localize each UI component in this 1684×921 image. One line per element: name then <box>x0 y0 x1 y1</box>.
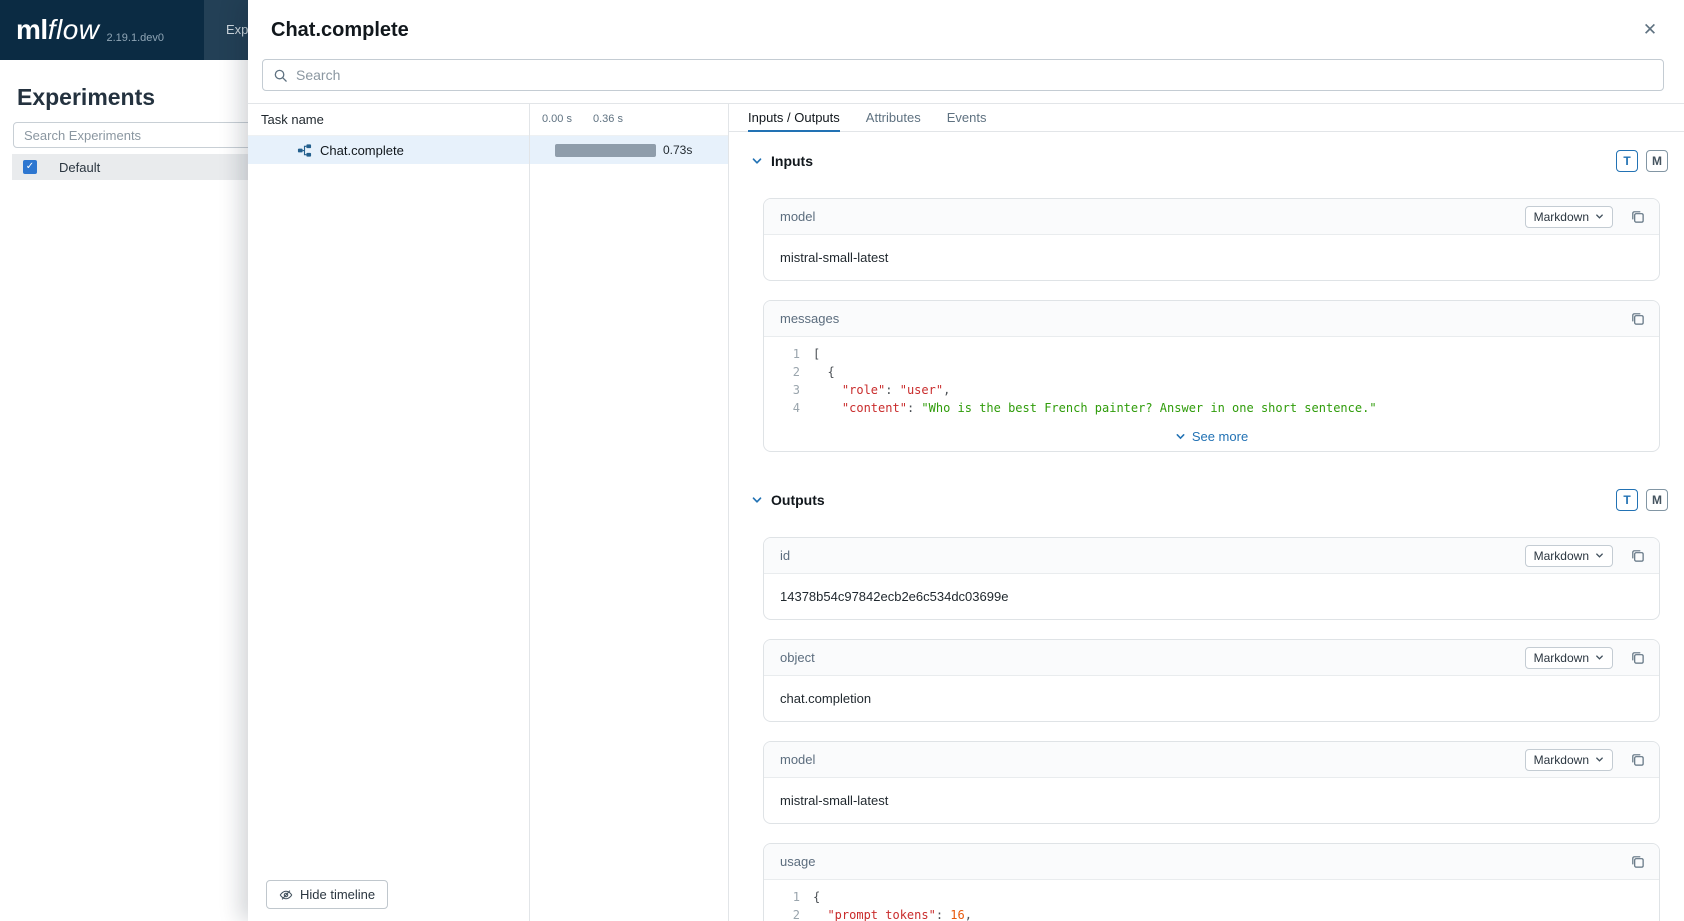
copy-button[interactable] <box>1627 207 1647 227</box>
trace-detail-modal: Chat.complete ✕ Task name 0.00 s 0.36 s <box>248 0 1684 921</box>
card-value: chat.completion <box>764 676 1659 721</box>
chevron-down-icon <box>1595 755 1604 764</box>
output-id-card: id Markdown 14378b54c97842ecb2e6c534dc03… <box>763 537 1660 620</box>
logo-flow-text: flow <box>48 14 100 46</box>
render-markdown-toggle[interactable]: M <box>1646 489 1668 511</box>
render-markdown-toggle[interactable]: M <box>1646 150 1668 172</box>
chevron-down-icon <box>1595 653 1604 662</box>
trace-search-input[interactable] <box>296 67 1653 83</box>
card-label: model <box>780 752 815 767</box>
code-line: 3 "role": "user", <box>764 381 1659 399</box>
tab-attributes[interactable]: Attributes <box>866 104 921 132</box>
card-value: 14378b54c97842ecb2e6c534dc03699e <box>764 574 1659 619</box>
render-mode-select[interactable]: Markdown <box>1525 545 1613 567</box>
chevron-down-icon <box>1595 212 1604 221</box>
timeline-header: Task name 0.00 s 0.36 s <box>248 104 728 136</box>
code-line: 2 "prompt_tokens": 16, <box>764 906 1659 921</box>
copy-button[interactable] <box>1627 648 1647 668</box>
render-mode-select[interactable]: Markdown <box>1525 749 1613 771</box>
experiment-name-label: Default <box>59 160 100 175</box>
card-value: mistral-small-latest <box>764 235 1659 280</box>
output-object-card: object Markdown chat.completion <box>763 639 1660 722</box>
inputs-section-header: Inputs T M <box>751 148 1668 174</box>
output-model-card: model Markdown mistral-small-latest <box>763 741 1660 824</box>
code-line: 1[ <box>764 345 1659 363</box>
card-label: messages <box>780 311 839 326</box>
timeline-column-divider <box>529 104 530 921</box>
chevron-down-icon <box>1595 551 1604 560</box>
render-text-toggle[interactable]: T <box>1616 150 1638 172</box>
tab-inputs-outputs[interactable]: Inputs / Outputs <box>748 104 840 132</box>
code-line: 1{ <box>764 888 1659 906</box>
copy-icon <box>1630 311 1645 326</box>
copy-icon <box>1630 548 1645 563</box>
copy-icon <box>1630 854 1645 869</box>
input-model-card: model Markdown mistral-small-latest <box>763 198 1660 281</box>
span-row-chat-complete[interactable]: Chat.complete 0.73s <box>248 136 728 164</box>
chevron-down-icon <box>1175 431 1186 442</box>
copy-button[interactable] <box>1627 750 1647 770</box>
code-line: 2 { <box>764 363 1659 381</box>
render-mode-select[interactable]: Markdown <box>1525 206 1613 228</box>
experiments-page-title: Experiments <box>17 84 155 111</box>
ruler-tick-1: 0.36 s <box>593 113 623 125</box>
chevron-down-icon[interactable] <box>751 494 763 506</box>
code-line: 4 "content": "Who is the best French pai… <box>764 399 1659 417</box>
ruler-tick-0: 0.00 s <box>542 113 572 125</box>
search-icon <box>273 68 288 83</box>
inputs-section-label: Inputs <box>771 153 813 169</box>
copy-icon <box>1630 209 1645 224</box>
gantt-bar[interactable] <box>555 144 656 157</box>
usage-code-block: 1{2 "prompt_tokens": 16, <box>764 880 1659 921</box>
copy-icon <box>1630 752 1645 767</box>
experiment-checkbox-checked[interactable]: ✓ <box>23 160 37 174</box>
outputs-section-header: Outputs T M <box>751 487 1668 513</box>
messages-code-block: 1[2 {3 "role": "user",4 "content": "Who … <box>764 337 1659 421</box>
output-usage-card: usage 1{2 "prompt_tokens": 16, <box>763 843 1660 921</box>
experiment-list-item-default[interactable]: ✓ Default <box>12 154 282 180</box>
render-text-toggle[interactable]: T <box>1616 489 1638 511</box>
see-more-link[interactable]: See more <box>1175 429 1248 444</box>
detail-scroll-area[interactable]: Inputs T M model Markdown <box>729 132 1684 921</box>
hide-timeline-button[interactable]: Hide timeline <box>266 880 388 909</box>
task-name-column-header: Task name <box>248 112 529 127</box>
tab-events[interactable]: Events <box>947 104 987 132</box>
span-name-label: Chat.complete <box>320 143 404 158</box>
chevron-down-icon[interactable] <box>751 155 763 167</box>
logo-ml-text: ml <box>16 14 48 46</box>
input-messages-card: messages 1[2 {3 "role": "user",4 "conten… <box>763 300 1660 452</box>
copy-button[interactable] <box>1627 546 1647 566</box>
outputs-section-label: Outputs <box>771 492 825 508</box>
copy-button[interactable] <box>1627 309 1647 329</box>
card-label: usage <box>780 854 815 869</box>
render-mode-select[interactable]: Markdown <box>1525 647 1613 669</box>
drawer-header: Chat.complete ✕ <box>248 0 1684 104</box>
detail-pane: Inputs / Outputs Attributes Events Input… <box>729 104 1684 921</box>
card-label: object <box>780 650 815 665</box>
card-label: model <box>780 209 815 224</box>
timeline-ruler: 0.00 s 0.36 s <box>529 104 728 135</box>
card-value: mistral-small-latest <box>764 778 1659 823</box>
trace-search-box[interactable] <box>262 59 1664 91</box>
timeline-pane: Task name 0.00 s 0.36 s Chat.complete 0.… <box>248 104 729 921</box>
version-label: 2.19.1.dev0 <box>106 32 164 44</box>
trace-title: Chat.complete <box>271 19 1636 42</box>
mlflow-logo[interactable]: mlflow 2.19.1.dev0 <box>16 14 164 46</box>
copy-icon <box>1630 650 1645 665</box>
close-button[interactable]: ✕ <box>1636 16 1664 44</box>
detail-tabs: Inputs / Outputs Attributes Events <box>729 104 1684 132</box>
card-label: id <box>780 548 790 563</box>
trace-span-icon <box>297 143 312 158</box>
copy-button[interactable] <box>1627 852 1647 872</box>
eye-off-icon <box>279 888 293 902</box>
span-duration-label: 0.73s <box>663 143 692 157</box>
